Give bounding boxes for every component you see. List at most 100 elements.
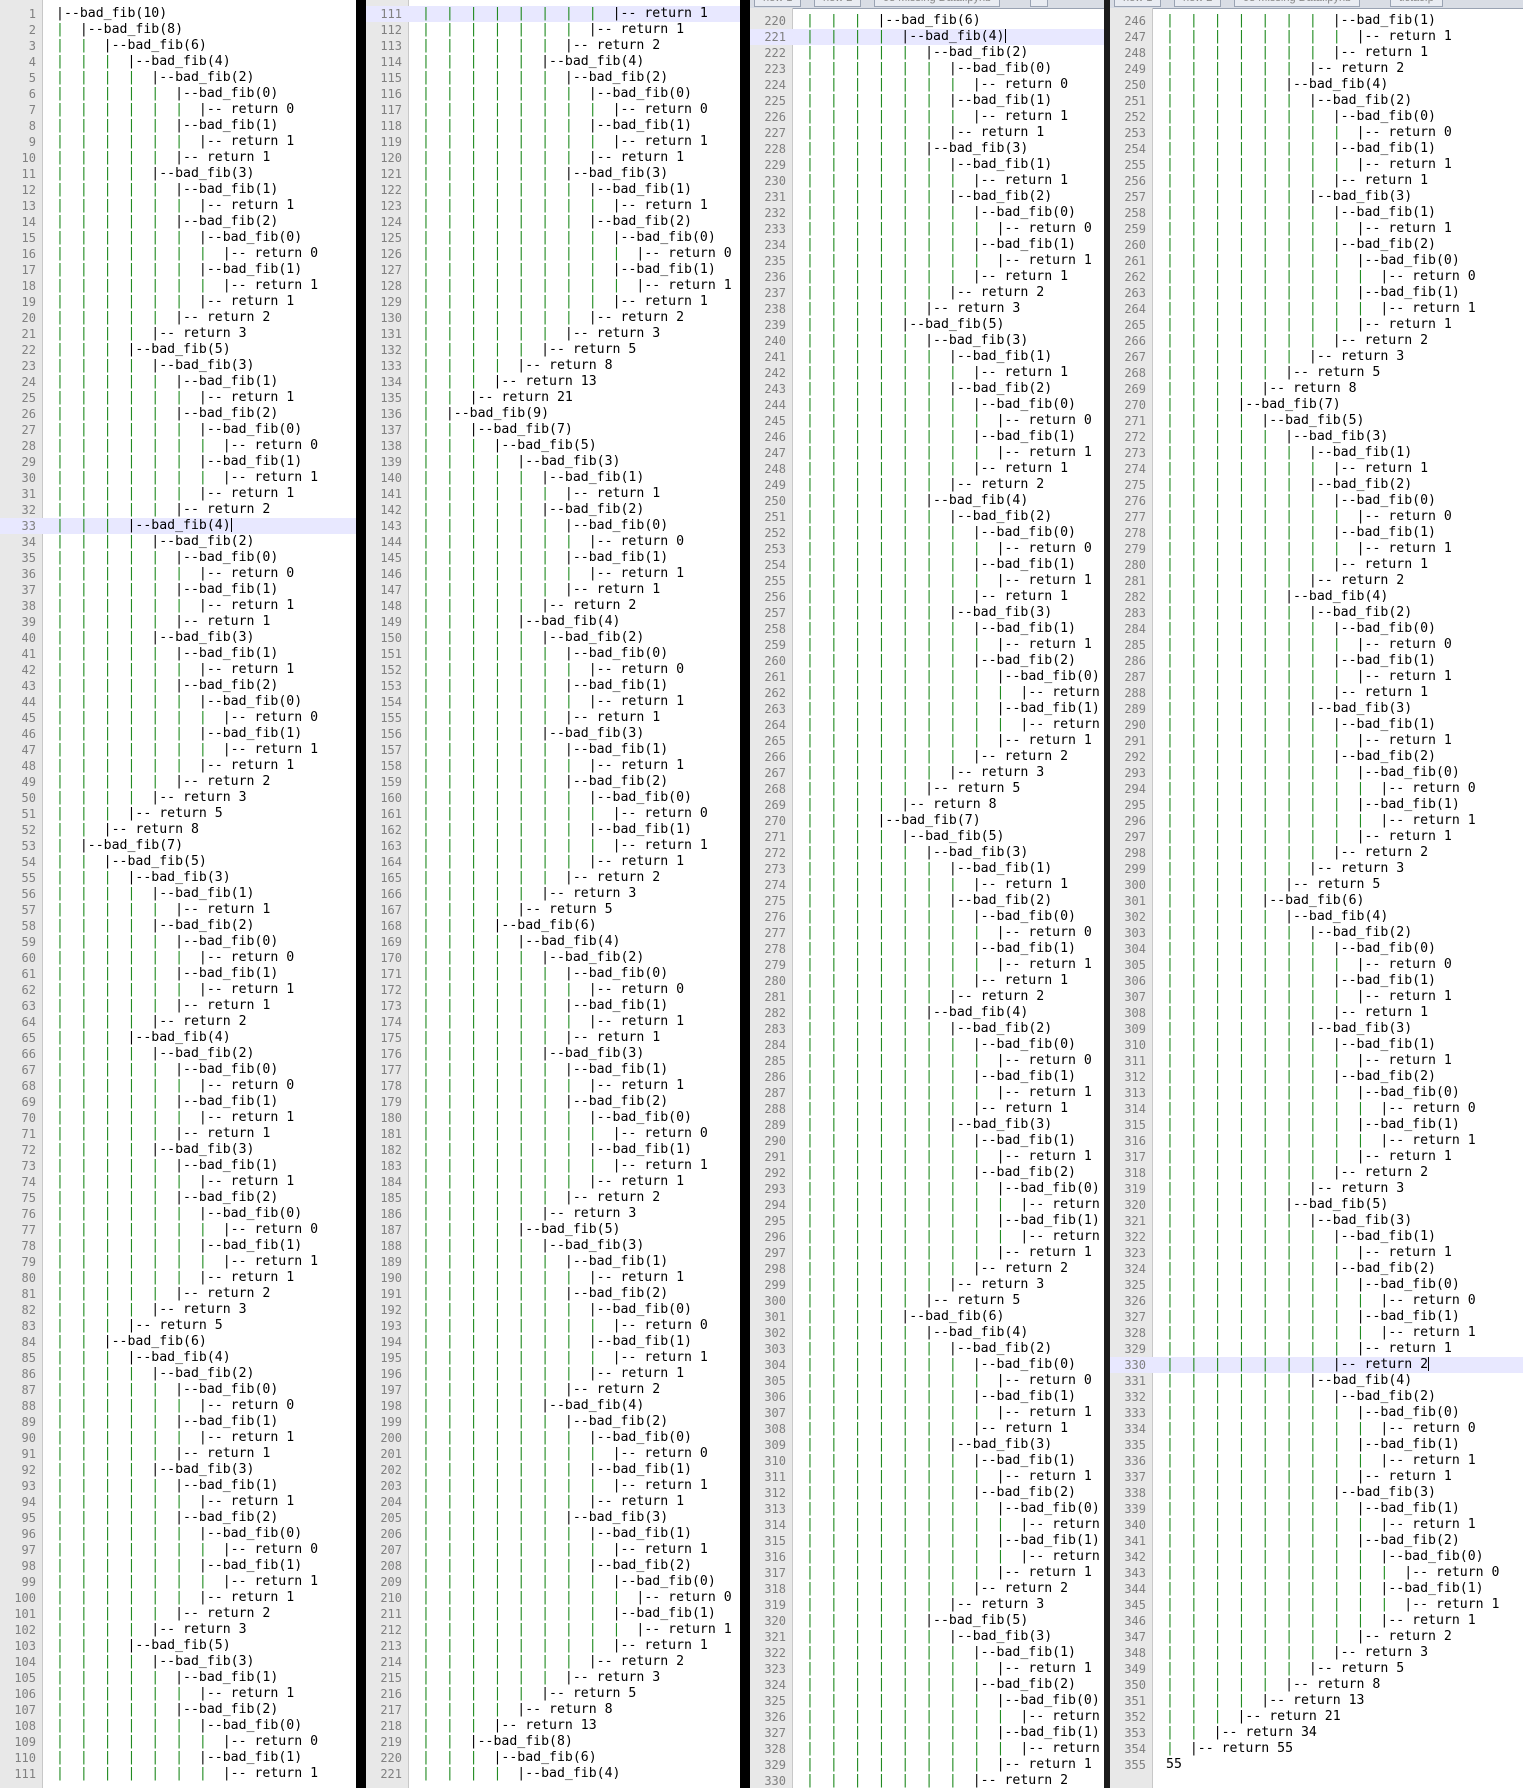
- code-line[interactable]: 326| | | | | | | | | |-- return 0: [750, 1709, 1104, 1725]
- code-line[interactable]: 183 | | | | | | | | |-- return 1: [366, 1158, 740, 1174]
- code-line[interactable]: 210 | | | | | | | | | |-- return 0: [366, 1590, 740, 1606]
- code-line[interactable]: 247 | | | | | | | | |-- return 1: [1110, 29, 1523, 45]
- code-line[interactable]: 218 | | | |-- return 13: [366, 1718, 740, 1734]
- code-line[interactable]: 164 | | | | | | | |-- return 1: [366, 854, 740, 870]
- code-line[interactable]: 159 | | | | | | |--bad_fib(2): [366, 774, 740, 790]
- code-line[interactable]: 127 | | | | | | | | |--bad_fib(1): [366, 262, 740, 278]
- code-line[interactable]: 93 | | | | | |--bad_fib(1): [0, 1478, 356, 1494]
- code-line[interactable]: 322 | | | | | | | |--bad_fib(1): [750, 1645, 1104, 1661]
- code-line[interactable]: 334 | | | | | | | | | |-- return 0: [1110, 1421, 1523, 1437]
- code-line[interactable]: 301 | | | | |--bad_fib(6): [750, 1309, 1104, 1325]
- code-line[interactable]: 341 | | | | | | | | |--bad_fib(2): [1110, 1533, 1523, 1549]
- code-line[interactable]: 121 | | | | | | |--bad_fib(3): [366, 166, 740, 182]
- code-line[interactable]: 23 | | | | |--bad_fib(3): [0, 358, 356, 374]
- code-line[interactable]: 186 | | | | | |-- return 3: [366, 1206, 740, 1222]
- code-line[interactable]: 207 | | | | | | | | |-- return 1: [366, 1542, 740, 1558]
- code-line[interactable]: 102 | | | | |-- return 3: [0, 1622, 356, 1638]
- code-line[interactable]: 73 | | | | | |--bad_fib(1): [0, 1158, 356, 1174]
- code-line[interactable]: 271 | | | | |--bad_fib(5): [1110, 413, 1523, 429]
- code-line[interactable]: 268 | | | | | |-- return 5: [750, 781, 1104, 797]
- code-line[interactable]: 317 | | | | | | | | |-- return 1: [1110, 1149, 1523, 1165]
- code-line[interactable]: 293 | | | | | | | | |--bad_fib(0): [750, 1181, 1104, 1197]
- code-line[interactable]: 204 | | | | | | | |-- return 1: [366, 1494, 740, 1510]
- code-line[interactable]: 68 | | | | | | |-- return 0: [0, 1078, 356, 1094]
- code-line[interactable]: 146 | | | | | | | |-- return 1: [366, 566, 740, 582]
- code-line[interactable]: 277 | | | | | | | | |-- return 0: [1110, 509, 1523, 525]
- code-line[interactable]: 262| | | | | | | | | |-- return 0: [1110, 269, 1523, 285]
- code-line[interactable]: 269 | | | | |-- return 8: [750, 797, 1104, 813]
- code-line[interactable]: 78 | | | | | | |--bad_fib(1): [0, 1238, 356, 1254]
- code-line[interactable]: 272 | | | | | |--bad_fib(3): [750, 845, 1104, 861]
- code-line[interactable]: 172 | | | | | | | |-- return 0: [366, 982, 740, 998]
- code-line[interactable]: 287 | | | | | | | | |-- return 1: [750, 1085, 1104, 1101]
- code-line[interactable]: 144 | | | | | | | |-- return 0: [366, 534, 740, 550]
- code-line[interactable]: 271 | | | | |--bad_fib(5): [750, 829, 1104, 845]
- code-line[interactable]: 297 | | | | | | | | |-- return 1: [750, 1245, 1104, 1261]
- code-line[interactable]: 274 | | | | | | | |-- return 1: [1110, 461, 1523, 477]
- code-line[interactable]: 132 | | | | | |-- return 5: [366, 342, 740, 358]
- code-line[interactable]: 90 | | | | | | |-- return 1: [0, 1430, 356, 1446]
- code-line[interactable]: 318 | | | | | | | |-- return 2: [1110, 1165, 1523, 1181]
- code-line[interactable]: 327 | | | | | | | | |--bad_fib(1): [1110, 1309, 1523, 1325]
- code-line[interactable]: 309 | | | | | | |--bad_fib(3): [1110, 1021, 1523, 1037]
- code-line[interactable]: 217 | | | | |-- return 8: [366, 1702, 740, 1718]
- code-line[interactable]: 242 | | | | | | | |-- return 1: [750, 365, 1104, 381]
- code-line[interactable]: 60 | | | | | | |-- return 0: [0, 950, 356, 966]
- code-line[interactable]: 236 | | | | | | | |-- return 1: [750, 269, 1104, 285]
- code-line[interactable]: 266 | | | | | | | |-- return 2: [1110, 333, 1523, 349]
- code-line[interactable]: 140 | | | | | |--bad_fib(1): [366, 470, 740, 486]
- code-line[interactable]: 246 | | | | | | | |--bad_fib(1): [750, 429, 1104, 445]
- code-line[interactable]: 167 | | | | |-- return 5: [366, 902, 740, 918]
- code-line[interactable]: 29 | | | | | | |--bad_fib(1): [0, 454, 356, 470]
- code-line[interactable]: 349 | | | | | | |-- return 5: [1110, 1661, 1523, 1677]
- code-line[interactable]: 293 | | | | | | | | |--bad_fib(0): [1110, 765, 1523, 781]
- code-line[interactable]: 291 | | | | | | | | |-- return 1: [750, 1149, 1104, 1165]
- code-line[interactable]: 350 | | | | | |-- return 8: [1110, 1677, 1523, 1693]
- code-line[interactable]: 176 | | | | | |--bad_fib(3): [366, 1046, 740, 1062]
- code-line[interactable]: 272 | | | | | |--bad_fib(3): [1110, 429, 1523, 445]
- code-line[interactable]: 302 | | | | | |--bad_fib(4): [1110, 909, 1523, 925]
- editor-tab[interactable]: tictac.p: [1390, 0, 1443, 7]
- code-line[interactable]: 116 | | | | | | | |--bad_fib(0): [366, 86, 740, 102]
- code-line[interactable]: 251 | | | | | | |--bad_fib(2): [1110, 93, 1523, 109]
- code-line[interactable]: 282 | | | | | |--bad_fib(4): [1110, 589, 1523, 605]
- code-line[interactable]: 320 | | | | | |--bad_fib(5): [1110, 1197, 1523, 1213]
- code-line[interactable]: 148 | | | | | |-- return 2: [366, 598, 740, 614]
- code-line[interactable]: 19 | | | | | | |-- return 1: [0, 294, 356, 310]
- code-line[interactable]: 346 | | | | | | | | | |-- return 1: [1110, 1613, 1523, 1629]
- code-line[interactable]: 238 | | | | | |-- return 3: [750, 301, 1104, 317]
- code-line[interactable]: 302 | | | | | |--bad_fib(4): [750, 1325, 1104, 1341]
- code-line[interactable]: 18 | | | | | | | |-- return 1: [0, 278, 356, 294]
- code-line[interactable]: 328| | | | | | | | | |-- return 1: [750, 1741, 1104, 1757]
- code-line[interactable]: 220 | | | |--bad_fib(6): [366, 1750, 740, 1766]
- code-line[interactable]: 143 | | | | | | |--bad_fib(0): [366, 518, 740, 534]
- code-line[interactable]: 87 | | | | | |--bad_fib(0): [0, 1382, 356, 1398]
- code-line[interactable]: 118 | | | | | | | |--bad_fib(1): [366, 118, 740, 134]
- code-line[interactable]: 211 | | | | | | | | |--bad_fib(1): [366, 1606, 740, 1622]
- code-line[interactable]: 192 | | | | | | | |--bad_fib(0): [366, 1302, 740, 1318]
- code-line[interactable]: 348 | | | | | | | |-- return 3: [1110, 1645, 1523, 1661]
- code-line[interactable]: 40 | | | | |--bad_fib(3): [0, 630, 356, 646]
- code-line[interactable]: 124 | | | | | | | |--bad_fib(2): [366, 214, 740, 230]
- code-line[interactable]: 323 | | | | | | | | |-- return 1: [1110, 1245, 1523, 1261]
- code-line[interactable]: 329 | | | | | | | | |-- return 1: [1110, 1341, 1523, 1357]
- code-line[interactable]: 307 | | | | | | | | |-- return 1: [750, 1405, 1104, 1421]
- code-line[interactable]: 8 | | | | | |--bad_fib(1): [0, 118, 356, 134]
- code-line[interactable]: 355 55: [1110, 1757, 1523, 1773]
- code-line[interactable]: 222 | | | | | |--bad_fib(2): [750, 45, 1104, 61]
- code-line[interactable]: 313 | | | | | | | | |--bad_fib(0): [1110, 1085, 1523, 1101]
- code-line[interactable]: 70 | | | | | | |-- return 1: [0, 1110, 356, 1126]
- code-line[interactable]: 255 | | | | | | | | |-- return 1: [750, 573, 1104, 589]
- code-line[interactable]: 51 | | | |-- return 5: [0, 806, 356, 822]
- code-line[interactable]: 162 | | | | | | | |--bad_fib(1): [366, 822, 740, 838]
- code-line[interactable]: 169 | | | | |--bad_fib(4): [366, 934, 740, 950]
- code-line[interactable]: 227 | | | | | | |-- return 1: [750, 125, 1104, 141]
- code-line[interactable]: 74 | | | | | | |-- return 1: [0, 1174, 356, 1190]
- code-line[interactable]: 260 | | | | | | | |--bad_fib(2): [750, 653, 1104, 669]
- code-line[interactable]: 11 | | | | |--bad_fib(3): [0, 166, 356, 182]
- code-line[interactable]: 224 | | | | | | | |-- return 0: [750, 77, 1104, 93]
- code-line[interactable]: 216 | | | | | |-- return 5: [366, 1686, 740, 1702]
- code-line[interactable]: 75 | | | | | |--bad_fib(2): [0, 1190, 356, 1206]
- code-line[interactable]: 177 | | | | | | |--bad_fib(1): [366, 1062, 740, 1078]
- code-line[interactable]: 136 | |--bad_fib(9): [366, 406, 740, 422]
